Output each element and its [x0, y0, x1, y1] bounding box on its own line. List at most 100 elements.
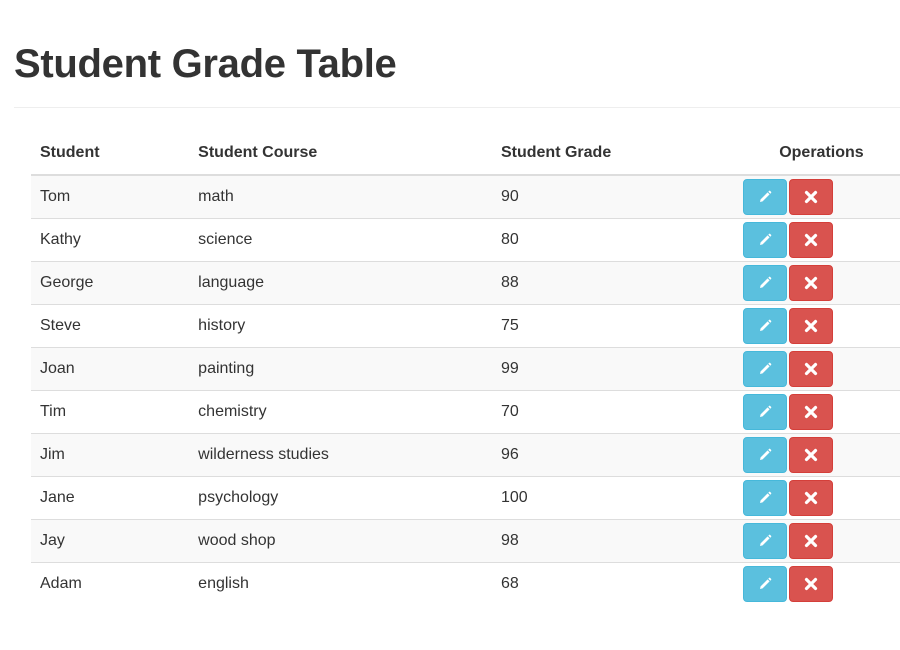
row-actions — [742, 523, 900, 559]
close-icon — [804, 448, 817, 462]
header-student: Student — [31, 132, 190, 176]
cell-operations — [742, 519, 900, 563]
close-icon — [804, 233, 817, 247]
table-header-row: Student Student Course Student Grade Ope… — [31, 132, 900, 176]
delete-button[interactable] — [788, 480, 833, 516]
row-actions — [742, 566, 900, 602]
close-icon — [804, 276, 817, 290]
edit-button[interactable] — [742, 222, 787, 258]
edit-button[interactable] — [742, 480, 787, 516]
cell-operations — [742, 562, 900, 605]
cell-grade: 75 — [491, 304, 743, 348]
table-row: Steve history 75 — [31, 304, 900, 348]
cell-student: Adam — [31, 562, 190, 605]
cell-operations — [742, 218, 900, 262]
cell-course: wood shop — [189, 519, 492, 563]
edit-button[interactable] — [742, 523, 787, 559]
delete-button[interactable] — [788, 394, 833, 430]
cell-course: chemistry — [189, 390, 492, 434]
cell-operations — [742, 175, 900, 219]
row-actions — [742, 351, 900, 387]
cell-course: science — [189, 218, 492, 262]
cell-operations — [742, 390, 900, 434]
cell-grade: 68 — [491, 562, 743, 605]
edit-button[interactable] — [742, 179, 787, 215]
edit-button[interactable] — [742, 566, 787, 602]
grade-table: Student Student Course Student Grade Ope… — [31, 132, 900, 605]
header-grade: Student Grade — [491, 132, 743, 176]
cell-operations — [742, 261, 900, 305]
delete-button[interactable] — [788, 566, 833, 602]
cell-course: psychology — [189, 476, 492, 520]
cell-student: Jim — [31, 433, 190, 477]
cell-grade: 98 — [491, 519, 743, 563]
table-row: Kathy science 80 — [31, 218, 900, 262]
row-actions — [742, 394, 900, 430]
cell-course: history — [189, 304, 492, 348]
edit-button[interactable] — [742, 394, 787, 430]
delete-button[interactable] — [788, 265, 833, 301]
cell-operations — [742, 347, 900, 391]
edit-button[interactable] — [742, 265, 787, 301]
header-operations: Operations — [742, 132, 900, 176]
row-actions — [742, 179, 900, 215]
page-title: Student Grade Table — [14, 42, 397, 86]
edit-button[interactable] — [742, 308, 787, 344]
title-divider — [14, 107, 900, 108]
cell-student: Steve — [31, 304, 190, 348]
table-row: Jim wilderness studies 96 — [31, 433, 900, 477]
cell-grade: 96 — [491, 433, 743, 477]
pencil-icon — [759, 577, 772, 589]
table-row: Jay wood shop 98 — [31, 519, 900, 563]
row-actions — [742, 222, 900, 258]
cell-student: Jane — [31, 476, 190, 520]
cell-operations — [742, 433, 900, 477]
table-row: Adam english 68 — [31, 562, 900, 605]
pencil-icon — [759, 319, 772, 331]
cell-grade: 70 — [491, 390, 743, 434]
close-icon — [804, 534, 817, 548]
table-row: Tom math 90 — [31, 175, 900, 219]
pencil-icon — [759, 233, 772, 245]
edit-button[interactable] — [742, 437, 787, 473]
cell-student: Tim — [31, 390, 190, 434]
close-icon — [804, 319, 817, 333]
cell-grade: 99 — [491, 347, 743, 391]
row-actions — [742, 480, 900, 516]
close-icon — [804, 190, 817, 204]
cell-student: Kathy — [31, 218, 190, 262]
cell-course: english — [189, 562, 492, 605]
pencil-icon — [759, 190, 772, 202]
cell-grade: 90 — [491, 175, 743, 219]
pencil-icon — [759, 491, 772, 503]
table-row: Tim chemistry 70 — [31, 390, 900, 434]
cell-grade: 80 — [491, 218, 743, 262]
close-icon — [804, 491, 817, 505]
pencil-icon — [759, 534, 772, 546]
cell-operations — [742, 476, 900, 520]
cell-student: Tom — [31, 175, 190, 219]
cell-grade: 88 — [491, 261, 743, 305]
row-actions — [742, 308, 900, 344]
delete-button[interactable] — [788, 437, 833, 473]
table-row: Joan painting 99 — [31, 347, 900, 391]
row-actions — [742, 265, 900, 301]
edit-button[interactable] — [742, 351, 787, 387]
pencil-icon — [759, 448, 772, 460]
delete-button[interactable] — [788, 351, 833, 387]
row-actions — [742, 437, 900, 473]
cell-student: Jay — [31, 519, 190, 563]
cell-student: Joan — [31, 347, 190, 391]
cell-operations — [742, 304, 900, 348]
delete-button[interactable] — [788, 222, 833, 258]
cell-grade: 100 — [491, 476, 743, 520]
header-course: Student Course — [189, 132, 492, 176]
table-row: George language 88 — [31, 261, 900, 305]
pencil-icon — [759, 362, 772, 374]
delete-button[interactable] — [788, 179, 833, 215]
pencil-icon — [759, 276, 772, 288]
cell-course: wilderness studies — [189, 433, 492, 477]
delete-button[interactable] — [788, 523, 833, 559]
delete-button[interactable] — [788, 308, 833, 344]
table-body: Tom math 90 Kathy science 80 George lang… — [31, 175, 900, 605]
